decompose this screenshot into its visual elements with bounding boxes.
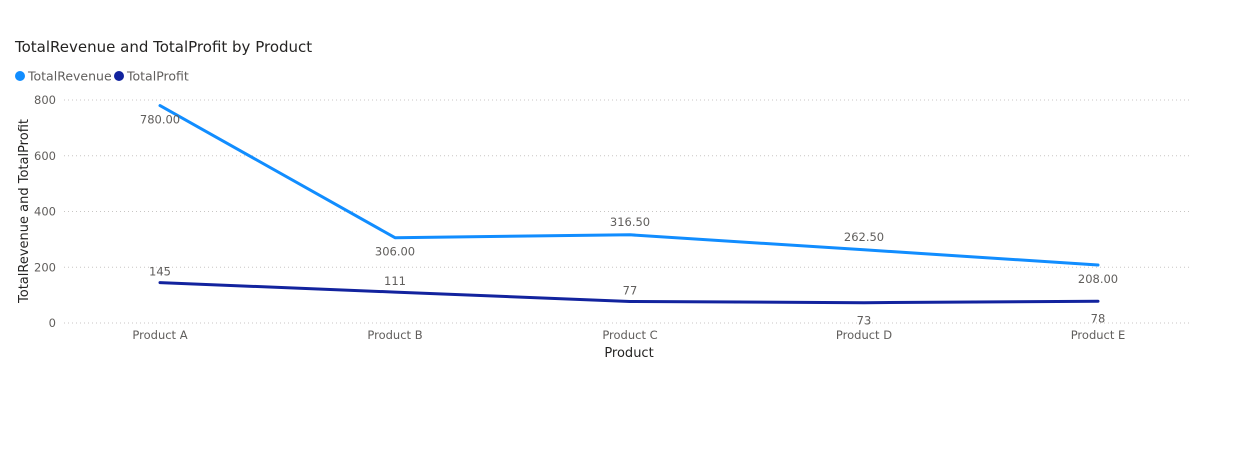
x-tick-label: Product A	[132, 328, 187, 342]
y-axis-ticks: 0 200 400 600 800	[34, 93, 56, 330]
x-axis-title: Product	[604, 346, 653, 361]
data-labels: 780.00 306.00 316.50 262.50 208.00 145 111 77 73…	[140, 113, 1118, 328]
x-tick-label: Product B	[367, 328, 422, 342]
y-tick-label: 800	[34, 93, 56, 107]
data-label-totalprofit: 77	[623, 284, 638, 298]
data-label-totalprofit: 73	[857, 314, 872, 328]
data-label-totalrevenue: 780.00	[140, 113, 180, 127]
legend-item-totalrevenue[interactable]: TotalRevenue	[15, 69, 112, 84]
y-tick-label: 400	[34, 205, 56, 219]
x-tick-label: Product D	[836, 328, 892, 342]
legend-label-totalrevenue: TotalRevenue	[27, 69, 112, 84]
y-tick-label: 600	[34, 149, 56, 163]
legend-item-totalprofit[interactable]: TotalProfit	[114, 69, 189, 84]
x-tick-label: Product E	[1071, 328, 1126, 342]
legend-marker-totalprofit	[114, 71, 124, 81]
data-label-totalprofit: 111	[384, 274, 406, 288]
series-line-totalrevenue[interactable]	[158, 104, 1100, 267]
y-tick-label: 0	[49, 316, 56, 330]
data-label-totalrevenue: 262.50	[844, 230, 884, 244]
series-lines	[158, 104, 1100, 305]
data-label-totalprofit: 145	[149, 265, 171, 279]
legend: TotalRevenue TotalProfit	[15, 69, 189, 84]
y-tick-label: 200	[34, 260, 56, 274]
data-label-totalprofit: 78	[1091, 311, 1106, 325]
chart-title: TotalRevenue and TotalProfit by Product	[14, 38, 312, 56]
y-axis-title: TotalRevenue and TotalProfit	[17, 119, 32, 304]
line-chart: TotalRevenue and TotalProfit by Product …	[14, 38, 1190, 361]
data-label-totalrevenue: 306.00	[375, 245, 415, 259]
legend-label-totalprofit: TotalProfit	[126, 69, 189, 84]
data-label-totalrevenue: 316.50	[610, 215, 650, 229]
legend-marker-totalrevenue	[15, 71, 25, 81]
x-tick-label: Product C	[602, 328, 657, 342]
x-axis-ticks: Product A Product B Product C Product D Prod…	[132, 328, 1125, 342]
data-label-totalrevenue: 208.00	[1078, 272, 1118, 286]
